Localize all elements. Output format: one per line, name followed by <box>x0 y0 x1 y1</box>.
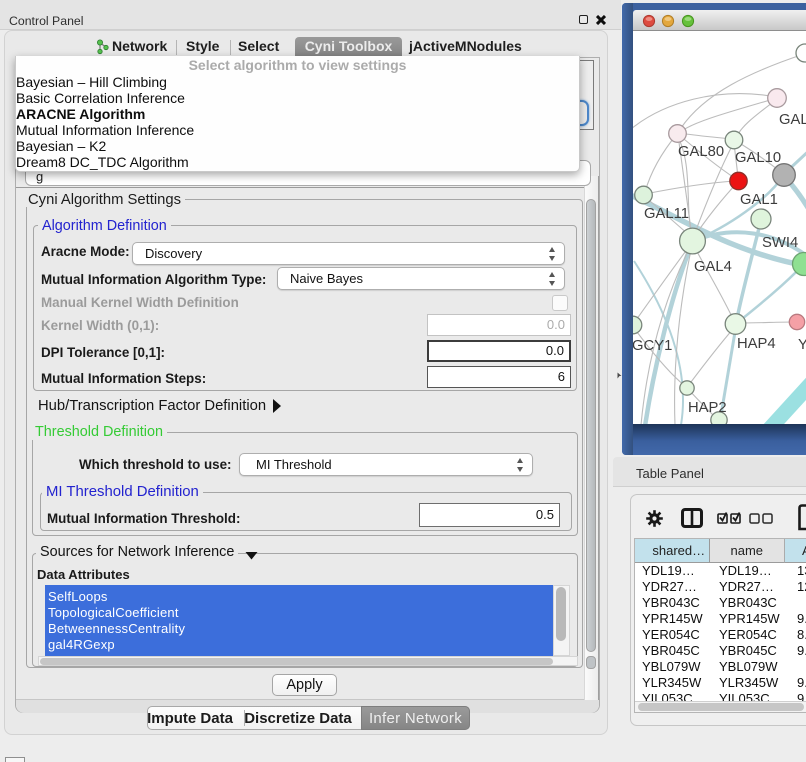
svg-text:GAL80: GAL80 <box>678 144 724 160</box>
svg-text:GAL1: GAL1 <box>740 192 778 208</box>
svg-text:SWI4: SWI4 <box>762 235 798 251</box>
svg-text:GCY1: GCY1 <box>633 338 672 354</box>
svg-text:HAP4: HAP4 <box>737 336 776 352</box>
svg-text:HAP2: HAP2 <box>688 400 727 416</box>
svg-text:YE: YE <box>798 337 806 353</box>
svg-text:GAL4: GAL4 <box>694 259 732 275</box>
svg-text:GAL7: GAL7 <box>779 112 806 128</box>
svg-text:GAL10: GAL10 <box>735 150 781 166</box>
svg-text:GAL11: GAL11 <box>644 206 689 222</box>
